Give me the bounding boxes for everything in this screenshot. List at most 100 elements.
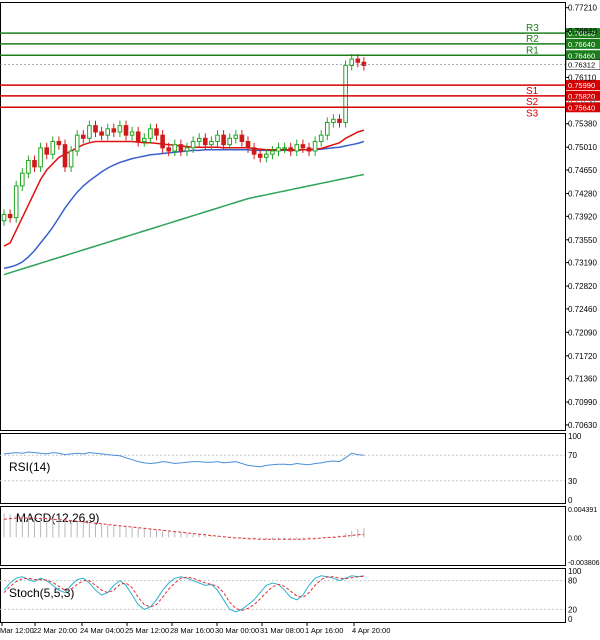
candle-body — [160, 134, 165, 149]
candle-body — [343, 64, 348, 123]
candle-body — [7, 213, 13, 219]
rsi-line — [3, 451, 364, 468]
level-price-label: 0.76640 — [568, 40, 595, 49]
stochastic-panel: Stoch(5,5,3) 10080 200 — [0, 567, 582, 624]
candle-body — [178, 144, 184, 152]
rsi-panel: RSI(14) 100 70 30 0 — [0, 432, 582, 505]
price-tick-label: 0.73550 — [568, 236, 597, 245]
candle-body — [123, 125, 129, 136]
level-name-s3: S3 — [526, 108, 539, 119]
extra-price-label: 0.75750 — [568, 96, 595, 105]
price-tick-label: 0.72820 — [568, 282, 597, 291]
support-resistance-levels: R3 0.76810R2 0.76640R1 0.76460S10.75990S20.… — [0, 23, 600, 119]
panel-frame — [0, 433, 566, 504]
time-tick-label: 30 Mar 00:00 — [215, 626, 259, 635]
candle-body — [74, 134, 80, 152]
candle-body — [111, 128, 117, 133]
price-tick-label: 0.75010 — [568, 143, 597, 152]
stoch-tick-label: 80 — [568, 577, 577, 586]
candle-body — [233, 134, 239, 139]
price-tick-label: 0.73920 — [568, 212, 597, 221]
price-tick-label: 0.73190 — [568, 259, 597, 268]
candle-body — [282, 147, 287, 150]
candle-body — [221, 134, 226, 146]
candle-body — [331, 118, 336, 123]
level-name-s2: S2 — [526, 97, 539, 108]
level-name-r1: R1 — [526, 45, 539, 56]
current-price-label: 0.76312 — [568, 61, 595, 70]
candle-body — [264, 153, 269, 158]
candle-body — [245, 140, 251, 149]
price-tick-label: 0.76840 — [568, 27, 597, 36]
candle-body — [312, 140, 318, 152]
price-tick-label: 0.74650 — [568, 166, 597, 175]
candle-body — [166, 147, 171, 152]
rsi-tick-label: 0 — [568, 496, 573, 505]
candle-body — [117, 125, 123, 133]
time-tick-label: 24 Mar 04:00 — [80, 626, 124, 635]
candle-body — [68, 150, 74, 168]
time-tick-label: 1 Apr 16:00 — [305, 626, 343, 635]
candle-body — [44, 147, 50, 155]
candle-body — [38, 147, 43, 168]
candle-body — [294, 144, 300, 152]
candle-body — [215, 134, 220, 142]
candle-body — [56, 140, 62, 146]
candle-body — [325, 121, 330, 136]
candle-body — [209, 140, 214, 146]
rsi-title: RSI(14) — [9, 460, 50, 474]
rsi-tick-label: 70 — [568, 451, 577, 460]
price-tick-label: 0.76110 — [568, 73, 597, 82]
candle-body — [190, 140, 196, 149]
candle-body — [196, 137, 202, 142]
panel-frame — [0, 568, 566, 623]
stoch-tick-label: 0 — [568, 615, 573, 624]
candle-body — [172, 144, 178, 152]
time-tick-label: 22 Mar 20:00 — [33, 626, 77, 635]
price-tick-label: 0.71360 — [568, 375, 597, 384]
panel-frame — [0, 2, 566, 431]
price-tick-label: 0.75380 — [568, 120, 597, 129]
candle-body — [13, 185, 19, 219]
time-tick-label: 28 Mar 16:00 — [170, 626, 214, 635]
candle-body — [154, 128, 159, 136]
candle-body — [93, 125, 98, 133]
candle-body — [239, 134, 245, 142]
price-tick-label: 0.70630 — [568, 421, 597, 430]
candle-body — [337, 118, 342, 123]
rsi-tick-label: 30 — [568, 477, 577, 486]
macd-tick-label: 0.004391 — [568, 507, 597, 514]
macd-tick-label: -0.003806 — [568, 560, 600, 567]
candle-body — [32, 160, 37, 168]
candle-body — [306, 147, 312, 152]
candle-body — [270, 150, 275, 155]
price-tick-label: 0.74280 — [568, 189, 597, 198]
level-name-r3: R3 — [526, 23, 539, 34]
macd-panel: MACD(12,26,9) 0.0043910.00-0.003806 — [3, 507, 600, 567]
time-tick-label: 4 Apr 20:00 — [352, 626, 390, 635]
candle-body — [99, 131, 104, 136]
candle-body — [203, 137, 208, 146]
candle-body — [50, 140, 56, 155]
time-tick-label: Mar 12:00 — [0, 626, 34, 635]
candle-body — [318, 134, 324, 142]
candle-body — [105, 128, 111, 136]
time-tick-label: 31 Mar 08:00 — [260, 626, 304, 635]
price-tick-label: 0.72090 — [568, 328, 597, 337]
candle-body — [20, 172, 25, 187]
price-tick-label: 0.72460 — [568, 305, 597, 314]
stoch-tick-label: 100 — [568, 567, 582, 576]
time-tick-label: 25 Mar 12:00 — [125, 626, 169, 635]
candle-body — [257, 153, 263, 158]
candle-body — [148, 128, 153, 139]
candle-body — [135, 131, 141, 142]
stoch-title: Stoch(5,5,3) — [9, 586, 74, 600]
candle-body — [129, 131, 135, 136]
candle-body — [87, 125, 92, 139]
stoch-tick-label: 20 — [568, 605, 577, 614]
candle-body — [26, 160, 31, 174]
level-price-label: 0.76460 — [568, 51, 595, 60]
price-tick-label: 0.71720 — [568, 352, 597, 361]
mid-moving-average-line — [3, 140, 365, 270]
forex-chart: R3 0.76810R2 0.76640R1 0.76460S10.75990S20.… — [0, 2, 600, 635]
